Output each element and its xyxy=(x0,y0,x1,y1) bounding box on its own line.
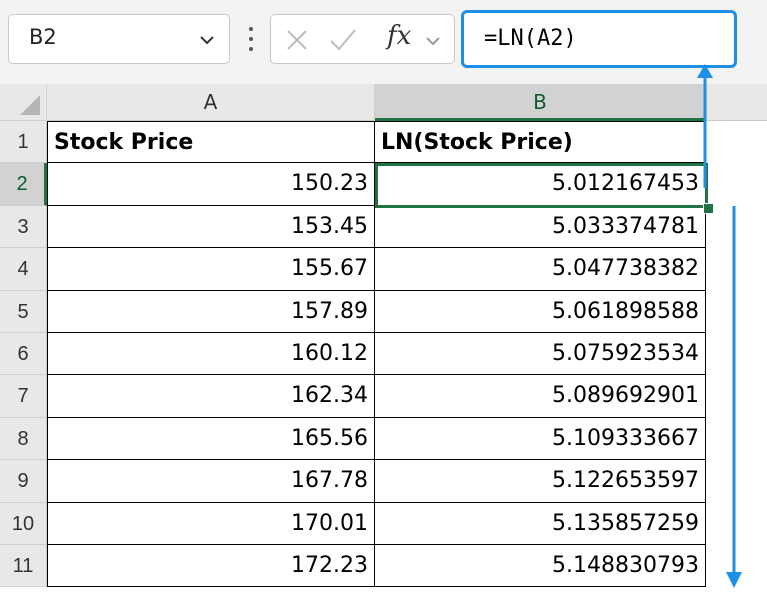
row-header-4[interactable]: 4 xyxy=(0,248,47,291)
fill-handle[interactable] xyxy=(703,203,714,214)
stock-price-cell[interactable]: 167.78 xyxy=(47,460,375,503)
ln-value-cell[interactable]: 5.089692901 xyxy=(375,375,706,418)
checkmark-icon[interactable] xyxy=(329,27,357,53)
ln-value-cell[interactable]: 5.033374781 xyxy=(375,205,706,249)
row-header-10[interactable]: 10 xyxy=(0,502,47,545)
stock-price-cell[interactable]: 153.45 xyxy=(47,205,375,249)
column-header-b[interactable]: B xyxy=(375,84,706,121)
ln-value-cell[interactable]: 5.135857259 xyxy=(375,502,706,545)
stock-price-cell[interactable]: 160.12 xyxy=(47,333,375,376)
ln-value-cell[interactable]: 5.122653597 xyxy=(375,460,706,503)
stock-price-cell[interactable]: 162.34 xyxy=(47,375,375,418)
column-header-a[interactable]: A xyxy=(47,84,375,121)
name-box[interactable]: B2 xyxy=(8,14,230,64)
ln-value-cell[interactable]: 5.047738382 xyxy=(375,248,706,291)
stock-price-cell[interactable]: 150.23 xyxy=(47,163,375,206)
formula-buttons: fx xyxy=(270,14,455,64)
row-header-11[interactable]: 11 xyxy=(0,545,47,588)
column-header-c[interactable] xyxy=(706,84,767,121)
stock-price-cell[interactable]: 172.23 xyxy=(47,545,375,588)
stock-price-cell[interactable]: 165.56 xyxy=(47,417,375,461)
select-all-triangle-icon xyxy=(20,95,40,115)
stock-price-cell[interactable]: 157.89 xyxy=(47,290,375,333)
row-header-5[interactable]: 5 xyxy=(0,290,47,333)
close-icon[interactable] xyxy=(285,28,309,52)
row-header-8[interactable]: 8 xyxy=(0,417,47,461)
table-header-cell[interactable]: LN(Stock Price) xyxy=(375,121,706,164)
ln-value-cell[interactable]: 5.061898588 xyxy=(375,290,706,333)
chevron-down-icon[interactable] xyxy=(425,34,441,48)
stock-price-cell[interactable]: 155.67 xyxy=(47,248,375,291)
ln-value-cell[interactable]: 5.109333667 xyxy=(375,417,706,461)
formula-bar: B2 fx =LN(A2) xyxy=(0,0,767,85)
ln-value-cell[interactable]: 5.148830793 xyxy=(375,545,706,588)
row-header-2[interactable]: 2 xyxy=(0,163,47,206)
row-header-6[interactable]: 6 xyxy=(0,333,47,376)
chevron-down-icon[interactable] xyxy=(199,32,215,48)
table-header-cell[interactable]: Stock Price xyxy=(47,121,375,164)
ln-value-cell[interactable]: 5.075923534 xyxy=(375,333,706,376)
row-header-9[interactable]: 9 xyxy=(0,460,47,503)
formula-input[interactable]: =LN(A2) xyxy=(461,10,737,68)
stock-price-cell[interactable]: 170.01 xyxy=(47,502,375,545)
name-box-value[interactable]: B2 xyxy=(29,25,57,49)
formula-bar-grip-icon xyxy=(249,27,253,51)
spreadsheet-grid: A B 1 2 3 4 5 6 7 8 9 10 11 Stock Price LN(Stock Pr… xyxy=(0,84,767,594)
ln-value-cell[interactable]: 5.012167453 xyxy=(375,163,706,206)
row-header-7[interactable]: 7 xyxy=(0,375,47,418)
formula-text[interactable]: =LN(A2) xyxy=(484,26,577,51)
row-header-3[interactable]: 3 xyxy=(0,205,47,249)
row-header-1[interactable]: 1 xyxy=(0,121,47,164)
select-all-button[interactable] xyxy=(0,84,47,121)
fx-icon[interactable]: fx xyxy=(387,21,411,51)
